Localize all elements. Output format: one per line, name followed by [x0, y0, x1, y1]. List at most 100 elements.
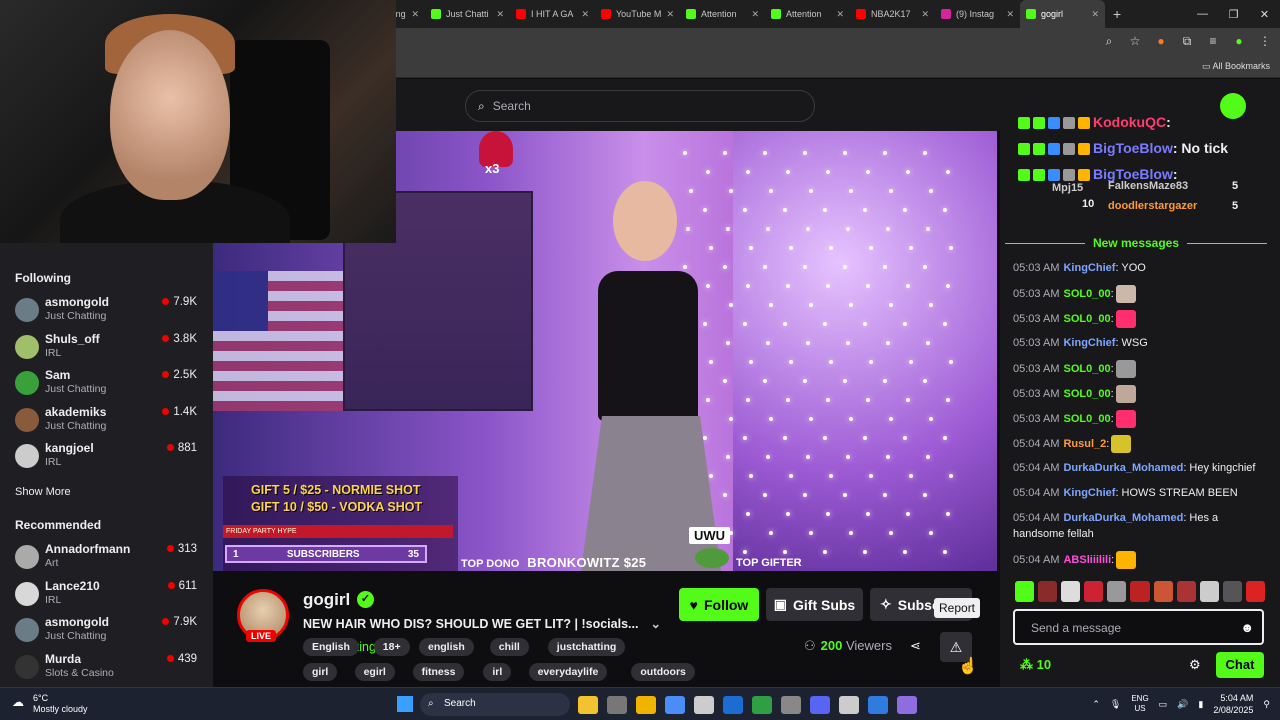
taskbar-search[interactable]: ⌕ Search [420, 693, 570, 716]
emote-icon[interactable] [1130, 581, 1150, 602]
browser-tab[interactable]: Just Chatti ✕ [425, 0, 510, 28]
sidebar-channel[interactable]: akademiks Just Chatting 1.4K [15, 403, 205, 437]
tab-close-icon[interactable]: ✕ [496, 9, 504, 20]
taskbar-app-icon[interactable] [781, 696, 801, 714]
sidebar-channel[interactable]: Sam Just Chatting 2.5K [15, 366, 205, 400]
browser-tab[interactable]: Attention ✕ [765, 0, 850, 28]
close-icon[interactable]: ✕ [1249, 8, 1280, 21]
chat-username[interactable]: BigToeBlow [1093, 140, 1173, 156]
language-indicator[interactable]: ENG US [1131, 694, 1148, 714]
chat-username[interactable]: KodokuQC [1093, 114, 1166, 130]
chat-username[interactable]: KingChief [1063, 487, 1115, 499]
tab-close-icon[interactable]: ✕ [921, 9, 929, 20]
emote-bar[interactable] [1015, 581, 1266, 603]
chat-username[interactable]: KingChief [1063, 337, 1115, 349]
start-button-icon[interactable] [397, 696, 413, 712]
sidebar-channel[interactable]: Lance210 IRL 611 [15, 577, 205, 611]
emote-icon[interactable] [1176, 581, 1196, 602]
search-input[interactable]: ⌕ Search [465, 90, 815, 122]
chat-username[interactable]: SOL0_00 [1063, 413, 1110, 425]
browser-tab[interactable]: Attention ✕ [680, 0, 765, 28]
battery-icon[interactable]: ▮ [1198, 699, 1203, 710]
clock[interactable]: 5:04 AM 2/08/2025 [1213, 692, 1253, 716]
share-icon[interactable]: ⋖ [910, 638, 921, 654]
minimize-icon[interactable]: — [1187, 8, 1218, 20]
sidebar-channel[interactable]: asmongold Just Chatting 7.9K [15, 613, 205, 647]
sidebar-channel[interactable]: Shuls_off IRL 3.8K [15, 330, 205, 364]
taskbar-app-icon[interactable] [578, 696, 598, 714]
tag-chip[interactable]: 18+ [373, 638, 410, 656]
chat-username[interactable]: SOL0_00 [1063, 363, 1110, 375]
emote-icon[interactable] [1222, 581, 1242, 602]
puzzle-icon[interactable]: ⧉ [1180, 34, 1194, 49]
tag-chip[interactable]: english [419, 638, 474, 656]
chevron-up-icon[interactable]: ⌃ [1092, 699, 1100, 710]
taskbar-app-icon[interactable] [607, 696, 627, 714]
mic-icon[interactable]: 🎙 [1110, 699, 1121, 710]
chat-username[interactable]: SOL0_00 [1063, 388, 1110, 400]
menu-icon[interactable]: ⋮ [1258, 34, 1272, 49]
all-bookmarks[interactable]: ▭ All Bookmarks [1202, 61, 1270, 72]
tab-close-icon[interactable]: ✕ [1006, 9, 1014, 20]
new-messages-divider[interactable]: New messages [1005, 236, 1267, 250]
gift-subs-button[interactable]: ▣ Gift Subs [766, 588, 863, 621]
restore-icon[interactable]: ❐ [1218, 8, 1249, 21]
chat-username[interactable]: KingChief [1063, 262, 1115, 274]
tab-close-icon[interactable]: ✕ [1091, 9, 1099, 20]
emote-icon[interactable] [1199, 581, 1219, 602]
tag-chip[interactable]: egirl [354, 663, 395, 681]
gifter-name[interactable]: doodlerstargazer [1108, 200, 1197, 212]
browser-tab[interactable]: I HIT A GA ✕ [510, 0, 595, 28]
sidebar-channel[interactable]: kangjoel IRL 881 [15, 439, 205, 473]
taskbar-app-icon[interactable] [839, 696, 859, 714]
chat-input[interactable]: Send a message ☻ [1013, 609, 1264, 645]
zoom-icon[interactable]: ⌕ [1102, 34, 1116, 49]
chat-username[interactable]: DurkaDurka_Mohamed [1063, 462, 1183, 474]
tab-close-icon[interactable]: ✕ [411, 9, 419, 20]
chat-send-button[interactable]: Chat [1216, 652, 1264, 678]
sidebar-channel[interactable]: Annadorfmann Art 313 [15, 540, 205, 574]
media-icon[interactable]: ≡ [1206, 34, 1220, 49]
emote-icon[interactable] [1245, 581, 1266, 602]
network-icon[interactable]: ▭ [1159, 699, 1168, 710]
chat-username[interactable]: ABSliiilili [1063, 554, 1111, 566]
emote-icon[interactable] [1038, 581, 1058, 602]
tag-chip[interactable]: chill [489, 638, 529, 656]
emote-icon[interactable] [1107, 581, 1127, 602]
taskbar-app-icon[interactable] [868, 696, 888, 714]
browser-tab[interactable]: YouTube M ✕ [595, 0, 680, 28]
tag-chip[interactable]: justchatting [547, 638, 626, 656]
bookmark-star-icon[interactable]: ☆ [1128, 34, 1142, 49]
browser-tab[interactable]: NBA2K17 ✕ [850, 0, 935, 28]
gifter-name[interactable]: Mpj15 [1052, 182, 1083, 194]
browser-tab[interactable]: gogirl ✕ [1020, 0, 1105, 28]
emote-icon[interactable] [1084, 581, 1104, 602]
sidebar-channel[interactable]: asmongold Just Chatting 7.9K [15, 293, 205, 327]
taskbar-app-icon[interactable] [810, 696, 830, 714]
chevron-down-icon[interactable]: ⌄ [650, 617, 660, 631]
new-tab-icon[interactable]: + [1113, 6, 1121, 22]
chat-username[interactable]: Rusul_2 [1063, 438, 1106, 450]
tag-chip[interactable]: everydaylife [528, 663, 608, 681]
channel-points[interactable]: ⁂ 10 [1020, 657, 1051, 673]
gear-icon[interactable]: ⚙ [1189, 657, 1201, 673]
emote-icon[interactable] [1061, 581, 1081, 602]
tag-chip[interactable]: outdoors [631, 663, 695, 681]
taskbar-app-icon[interactable] [636, 696, 656, 714]
gifter-name[interactable]: FalkensMaze83 [1108, 180, 1188, 192]
tab-close-icon[interactable]: ✕ [581, 9, 589, 20]
tag-chip[interactable]: English [303, 638, 359, 656]
chat-username[interactable]: DurkaDurka_Mohamed [1063, 512, 1183, 524]
profile-icon[interactable]: ● [1232, 34, 1246, 49]
taskbar-app-icon[interactable] [897, 696, 917, 714]
taskbar-app-icon[interactable] [665, 696, 685, 714]
chat-username[interactable]: SOL0_00 [1063, 313, 1110, 325]
tab-close-icon[interactable]: ✕ [666, 9, 674, 20]
extension-icon[interactable]: ● [1154, 34, 1168, 49]
emote-picker-icon[interactable]: ☻ [1240, 620, 1254, 635]
volume-icon[interactable]: 🔊 [1177, 699, 1188, 710]
chat-username[interactable]: SOL0_00 [1063, 288, 1110, 300]
tag-chip[interactable]: irl [483, 663, 512, 681]
taskbar-app-icon[interactable] [694, 696, 714, 714]
follow-button[interactable]: ♥ Follow [679, 588, 759, 621]
